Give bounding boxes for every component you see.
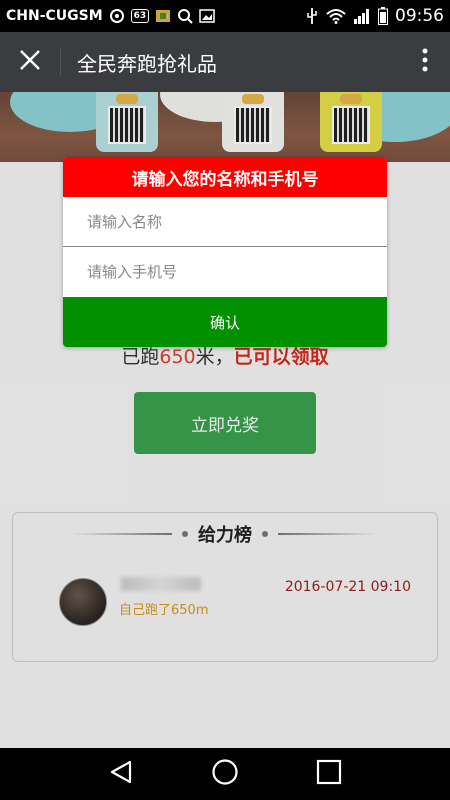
image-icon — [199, 8, 215, 24]
confirm-button[interactable]: 确认 — [63, 297, 387, 347]
back-icon[interactable] — [108, 759, 134, 789]
recents-icon[interactable] — [316, 759, 342, 789]
app-bar: 全民奔跑抢礼品 — [0, 32, 450, 92]
app-box-icon — [155, 8, 171, 24]
more-vert-icon — [422, 48, 428, 76]
battery-icon — [378, 7, 388, 25]
sync-icon — [109, 8, 125, 24]
status-bar: CHN-CUGSM 63 09:56 — [0, 0, 450, 32]
clock: 09:56 — [395, 6, 444, 26]
close-icon — [19, 49, 41, 75]
title-divider — [60, 48, 61, 76]
more-menu-button[interactable] — [400, 32, 450, 92]
carrier-label: CHN-CUGSM — [6, 8, 103, 24]
search-icon — [177, 8, 193, 24]
wifi-icon — [326, 8, 346, 24]
usb-icon — [305, 7, 319, 25]
contact-dialog: 请输入您的名称和手机号 确认 — [63, 157, 387, 347]
close-button[interactable] — [0, 32, 60, 92]
page-title: 全民奔跑抢礼品 — [77, 51, 217, 76]
name-input[interactable] — [63, 197, 387, 247]
phone-input[interactable] — [63, 247, 387, 297]
notification-count-icon: 63 — [130, 9, 150, 23]
nav-bar — [0, 748, 450, 800]
home-icon[interactable] — [211, 758, 239, 790]
signal-icon — [353, 8, 371, 24]
dialog-title: 请输入您的名称和手机号 — [63, 157, 387, 197]
